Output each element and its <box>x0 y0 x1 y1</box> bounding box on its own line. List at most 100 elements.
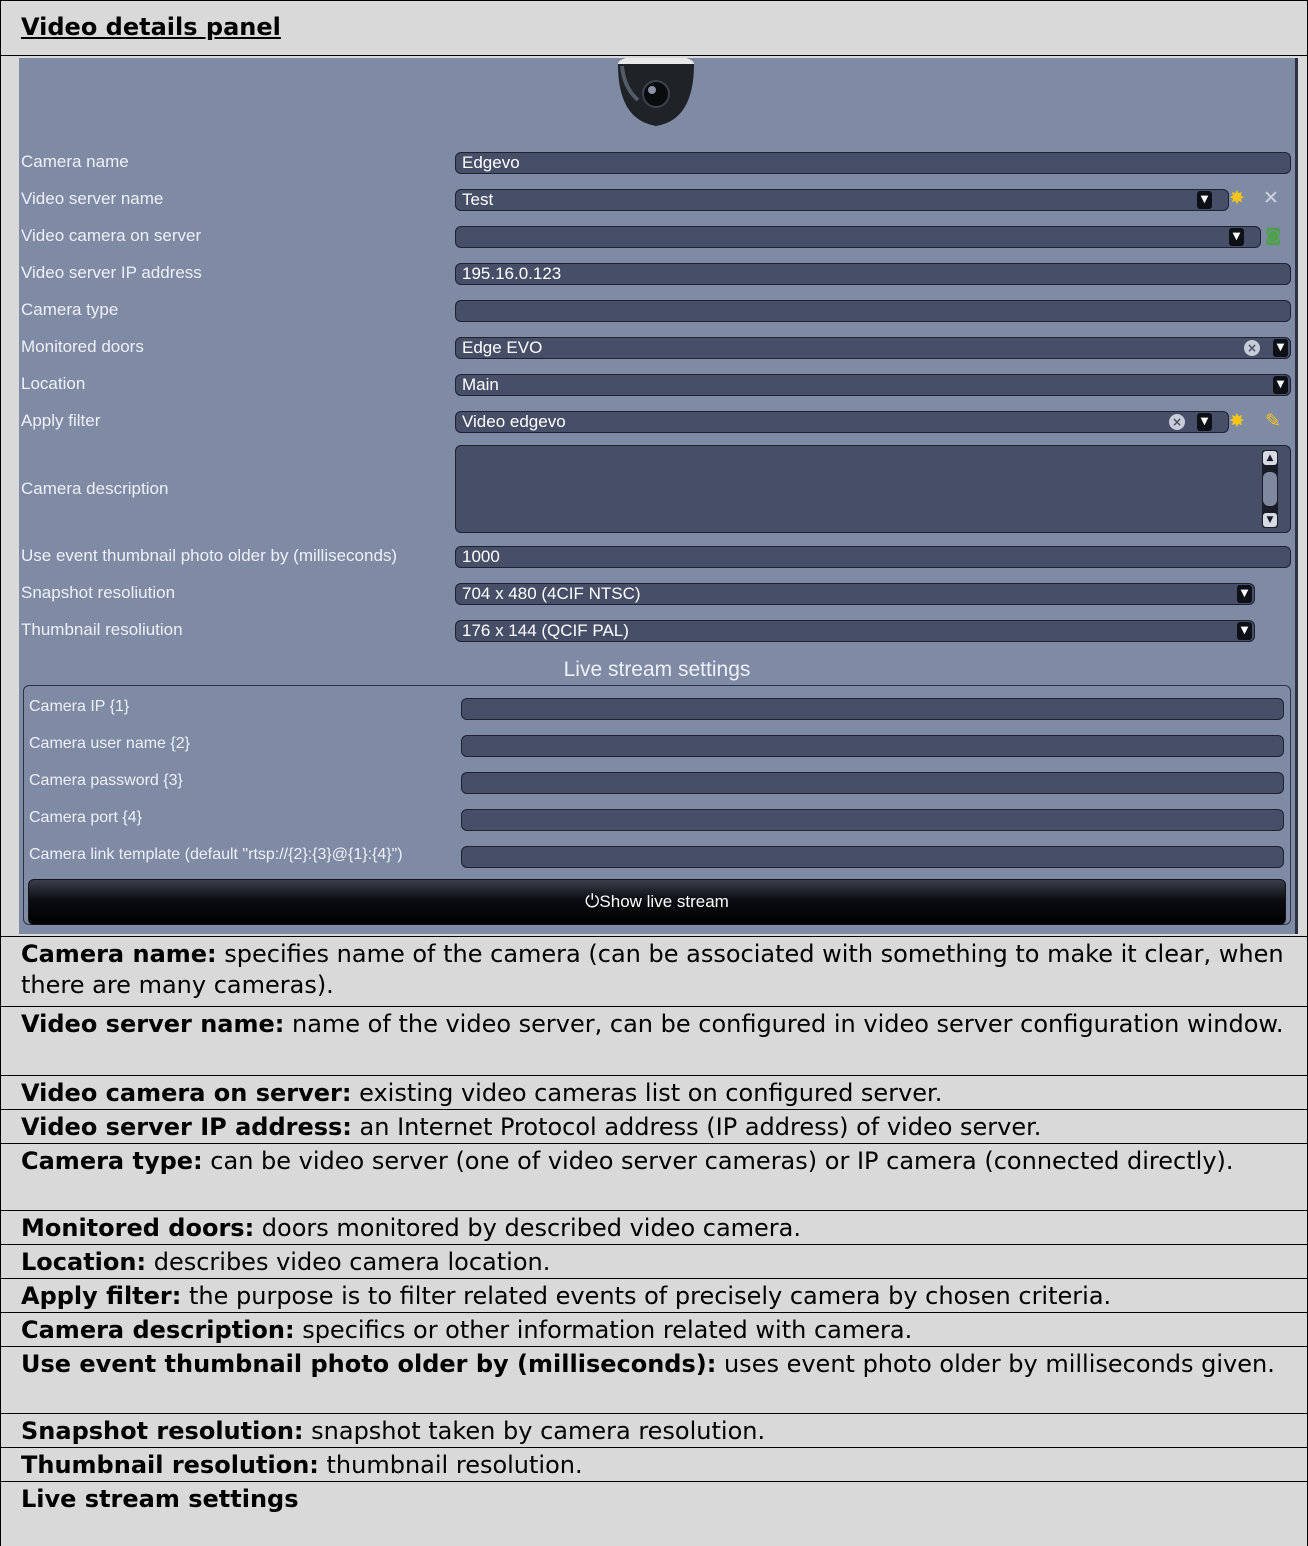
description-row: Apply filter: the purpose is to filter r… <box>1 1278 1307 1312</box>
video-camera-on-server-label: Video camera on server <box>21 226 202 245</box>
description-text: existing video cameras list on configure… <box>351 1079 943 1107</box>
scroll-up-icon[interactable]: ▲ <box>1263 451 1277 465</box>
description-term: Use event thumbnail photo older by (mill… <box>21 1350 717 1378</box>
description-term: Monitored doors: <box>21 1214 255 1242</box>
description-term: Live stream settings <box>21 1485 299 1513</box>
dropdown-arrow-icon[interactable]: ▼ <box>1273 376 1288 394</box>
dropdown-arrow-icon[interactable]: ▼ <box>1197 413 1212 431</box>
description-text: name of the video server, can be configu… <box>284 1010 1284 1038</box>
location-select[interactable]: Main <box>455 374 1291 396</box>
description-text: the purpose is to filter related events … <box>181 1282 1112 1310</box>
description-term: Camera name: <box>21 940 217 968</box>
snapshot-resolution-label: Snapshot resoliution <box>21 583 176 602</box>
document-table: Video details panel Camera name Edgevo V… <box>0 0 1308 1546</box>
camera-port-input[interactable] <box>461 809 1284 831</box>
description-text: an Internet Protocol address (IP address… <box>351 1113 1042 1141</box>
new-star-icon[interactable]: ✸ <box>1229 411 1245 431</box>
description-row: Video camera on server: existing video c… <box>1 1075 1307 1109</box>
description-term: Apply filter: <box>21 1282 182 1310</box>
description-row: Camera type: can be video server (one of… <box>1 1143 1307 1210</box>
scroll-down-icon[interactable]: ▼ <box>1263 513 1277 527</box>
description-row: Location: describes video camera locatio… <box>1 1244 1307 1278</box>
camera-ip-label: Camera IP {1} <box>29 698 130 715</box>
clear-icon[interactable]: × <box>1169 414 1185 430</box>
location-label: Location <box>21 374 86 393</box>
camera-link-template-input[interactable] <box>461 846 1284 868</box>
monitored-doors-select[interactable]: Edge EVO <box>455 337 1291 359</box>
camera-user-name-label: Camera user name {2} <box>29 735 190 752</box>
description-term: Video camera on server: <box>21 1079 352 1107</box>
dropdown-arrow-icon[interactable]: ▼ <box>1237 622 1252 640</box>
thumbnail-older-by-label: Use event thumbnail photo older by (mill… <box>21 546 398 565</box>
description-term: Snapshot resolution: <box>21 1417 304 1445</box>
description-row: Monitored doors: doors monitored by desc… <box>1 1210 1307 1244</box>
thumbnail-resolution-label: Thumbnail resoliution <box>21 620 183 639</box>
scroll-thumb[interactable] <box>1263 472 1277 506</box>
description-row: Live stream settings <box>1 1481 1307 1521</box>
camera-ip-input[interactable] <box>461 698 1284 720</box>
video-server-name-label: Video server name <box>21 189 164 208</box>
description-text: snapshot taken by camera resolution. <box>303 1417 766 1445</box>
video-camera-on-server-select[interactable] <box>455 226 1261 248</box>
description-row: Thumbnail resolution: thumbnail resoluti… <box>1 1447 1307 1481</box>
camera-link-template-label: Camera link template (default "rtsp://{2… <box>29 846 403 863</box>
camera-name-label: Camera name <box>21 152 129 171</box>
tools-icon[interactable]: ✕ <box>1263 188 1279 208</box>
description-text: specifics or other information related w… <box>294 1316 913 1344</box>
dropdown-arrow-icon[interactable]: ▼ <box>1197 191 1212 209</box>
camera-type-input[interactable] <box>455 300 1291 322</box>
description-text: describes video camera location. <box>146 1248 551 1276</box>
description-term: Camera description: <box>21 1316 295 1344</box>
description-row: Use event thumbnail photo older by (mill… <box>1 1346 1307 1413</box>
video-server-ip-label: Video server IP address <box>21 263 202 282</box>
camera-type-label: Camera type <box>21 300 119 319</box>
scrollbar[interactable]: ▲ ▼ <box>1262 450 1278 528</box>
clear-icon[interactable]: × <box>1244 340 1260 356</box>
show-live-stream-label: Show live stream <box>599 892 729 911</box>
edit-pencil-icon[interactable]: ✎ <box>1265 411 1281 431</box>
camera-password-input[interactable] <box>461 772 1284 794</box>
description-term: Video server name: <box>21 1010 285 1038</box>
monitored-doors-label: Monitored doors <box>21 337 144 356</box>
camera-description-textarea[interactable] <box>455 445 1291 533</box>
dropdown-arrow-icon[interactable]: ▼ <box>1237 585 1252 603</box>
video-server-name-select[interactable]: Test <box>455 189 1229 211</box>
camera-description-label: Camera description <box>21 479 169 498</box>
description-row: Camera description: specifics or other i… <box>1 1312 1307 1346</box>
camera-port-label: Camera port {4} <box>29 809 142 826</box>
description-term: Video server IP address: <box>21 1113 352 1141</box>
video-server-ip-input[interactable]: 195.16.0.123 <box>455 263 1291 285</box>
dome-camera-icon <box>618 58 694 126</box>
description-text: doors monitored by described video camer… <box>254 1214 802 1242</box>
camera-name-input[interactable]: Edgevo <box>455 152 1291 174</box>
description-term: Camera type: <box>21 1147 203 1175</box>
section-title: Video details panel <box>21 13 281 41</box>
dropdown-arrow-icon[interactable]: ▼ <box>1273 339 1288 357</box>
description-text: thumbnail resolution. <box>318 1451 583 1479</box>
camera-browse-icon[interactable]: ◙ <box>1265 226 1282 246</box>
section-header: Video details panel <box>1 0 1307 56</box>
description-row: Snapshot resolution: snapshot taken by c… <box>1 1413 1307 1447</box>
description-term: Location: <box>21 1248 147 1276</box>
description-term: Thumbnail resolution: <box>21 1451 319 1479</box>
new-star-icon[interactable]: ✸ <box>1229 188 1245 208</box>
show-live-stream-button[interactable]: ⏻Show live stream <box>28 879 1286 925</box>
thumbnail-older-by-input[interactable]: 1000 <box>455 546 1291 568</box>
live-stream-group: Camera IP {1} Camera user name {2} Camer… <box>23 685 1291 925</box>
snapshot-resolution-select[interactable]: 704 x 480 (4CIF NTSC) <box>455 583 1255 605</box>
camera-user-name-input[interactable] <box>461 735 1284 757</box>
dropdown-arrow-icon[interactable]: ▼ <box>1229 228 1244 246</box>
description-row: Video server IP address: an Internet Pro… <box>1 1109 1307 1143</box>
live-stream-title: Live stream settings <box>563 658 751 681</box>
field-descriptions: Camera name: specifies name of the camer… <box>1 936 1307 1521</box>
camera-password-label: Camera password {3} <box>29 772 183 789</box>
apply-filter-select[interactable]: Video edgevo <box>455 411 1229 433</box>
description-text: can be video server (one of video server… <box>202 1147 1234 1175</box>
plug-icon: ⏻ <box>585 891 600 911</box>
apply-filter-label: Apply filter <box>21 411 101 430</box>
description-row: Camera name: specifies name of the camer… <box>1 936 1307 1006</box>
description-row: Video server name: name of the video ser… <box>1 1006 1307 1075</box>
video-details-panel: Camera name Edgevo Video server name Tes… <box>19 58 1298 934</box>
thumbnail-resolution-select[interactable]: 176 x 144 (QCIF PAL) <box>455 620 1255 642</box>
description-text: uses event photo older by milliseconds g… <box>716 1350 1275 1378</box>
